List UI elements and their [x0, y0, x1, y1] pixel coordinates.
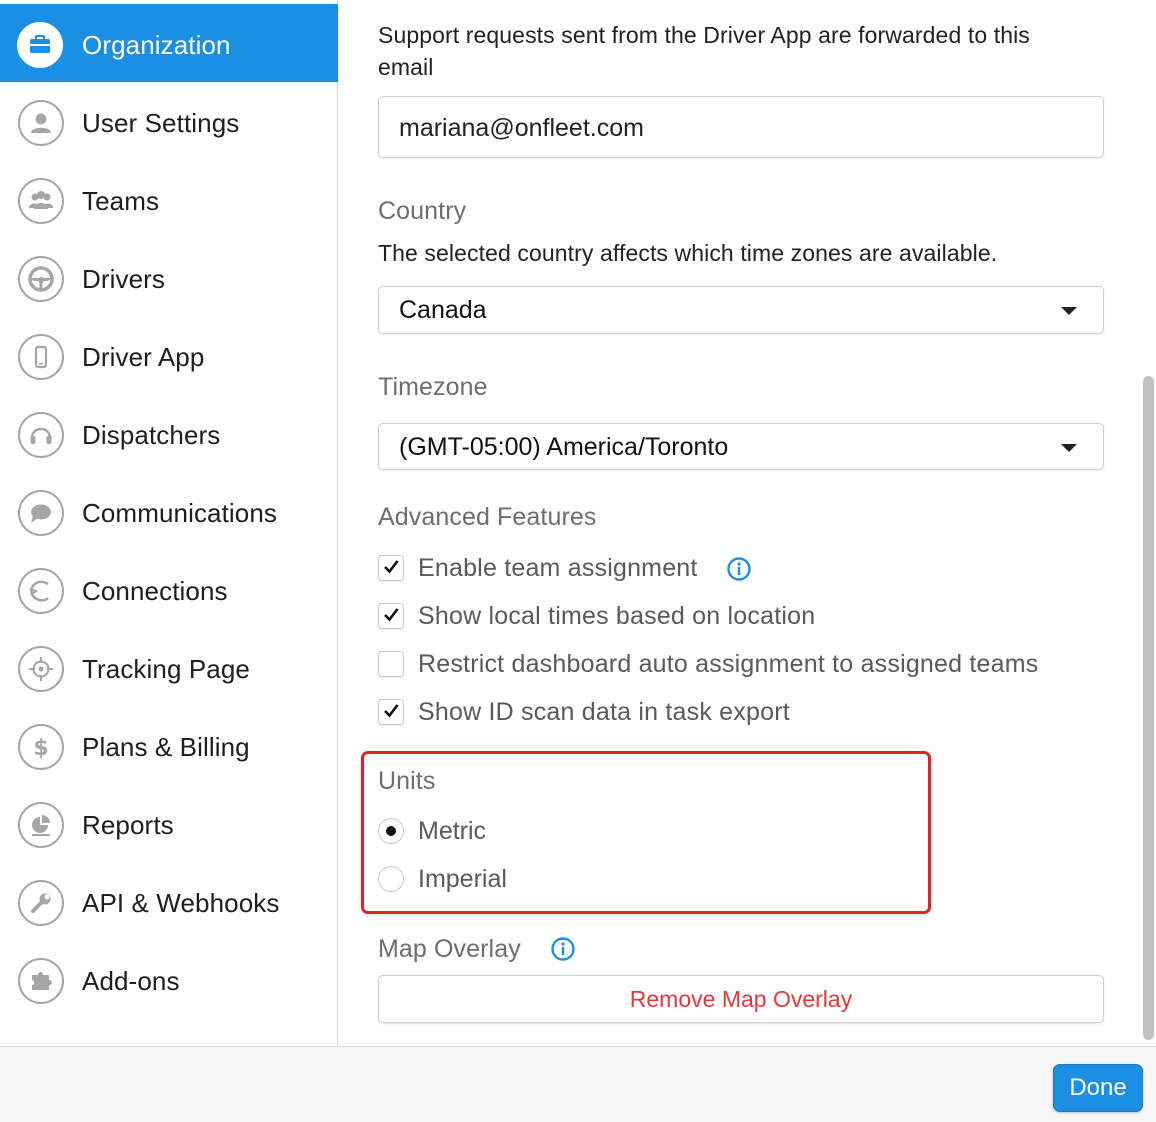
checkbox-checked[interactable]: [378, 603, 404, 629]
feature-restrict-auto-assignment: Restrict dashboard auto assignment to as…: [378, 647, 1038, 681]
sidebar-item-label: Add-ons: [82, 966, 180, 996]
units-heading: Units: [378, 767, 436, 795]
headset-icon: [18, 412, 64, 458]
radio-imperial-label: Imperial: [418, 865, 507, 893]
done-button[interactable]: Done: [1053, 1064, 1143, 1112]
sidebar-item-teams[interactable]: Teams: [0, 162, 338, 240]
radio-metric-label: Metric: [418, 817, 487, 845]
sidebar-item-add-ons[interactable]: Add-ons: [0, 942, 338, 1020]
checkbox-checked[interactable]: [378, 555, 404, 581]
country-heading: Country: [378, 197, 467, 225]
dialog-footer: Done: [0, 1046, 1156, 1122]
crosshair-icon: [18, 646, 64, 692]
wrench-icon: [18, 880, 64, 926]
chevron-down-icon: [1061, 444, 1077, 452]
sidebar-item-api-webhooks[interactable]: API & Webhooks: [0, 864, 338, 942]
sidebar-item-label: Dispatchers: [82, 420, 221, 450]
support-email-description: Support requests sent from the Driver Ap…: [378, 22, 1030, 48]
sidebar-item-communications[interactable]: Communications: [0, 474, 338, 552]
timezone-heading: Timezone: [378, 373, 488, 401]
feature-label: Show local times based on location: [418, 602, 816, 630]
info-icon[interactable]: [726, 556, 752, 582]
sidebar-item-label: Driver App: [82, 342, 205, 372]
radio-imperial[interactable]: [378, 866, 404, 892]
support-email-value: mariana@onfleet.com: [399, 114, 644, 142]
country-select[interactable]: Canada: [378, 286, 1104, 334]
feature-label: Restrict dashboard auto assignment to as…: [418, 650, 1039, 678]
user-icon: [18, 100, 64, 146]
organization-settings-panel: Support requests sent from the Driver Ap…: [339, 0, 1156, 1046]
checkbox-unchecked[interactable]: [378, 651, 404, 677]
settings-dialog: Organization User Settings Teams Drivers: [0, 0, 1156, 1122]
connections-icon: [18, 568, 64, 614]
feature-label: Show ID scan data in task export: [418, 698, 790, 726]
sidebar-item-user-settings[interactable]: User Settings: [0, 84, 338, 162]
sidebar-item-label: Connections: [82, 576, 228, 606]
country-select-value: Canada: [399, 296, 487, 324]
checkbox-checked[interactable]: [378, 699, 404, 725]
sidebar-item-tracking-page[interactable]: Tracking Page: [0, 630, 338, 708]
steering-wheel-icon: [18, 256, 64, 302]
phone-icon: [18, 334, 64, 380]
svg-text:$: $: [33, 736, 48, 761]
feature-label: Enable team assignment: [418, 554, 698, 582]
sidebar-item-label: Tracking Page: [82, 654, 250, 684]
chevron-down-icon: [1061, 307, 1077, 315]
remove-map-overlay-button[interactable]: Remove Map Overlay: [378, 975, 1104, 1023]
team-icon: [18, 178, 64, 224]
pie-chart-icon: [18, 802, 64, 848]
sidebar-item-dispatchers[interactable]: Dispatchers: [0, 396, 338, 474]
info-icon[interactable]: [550, 936, 576, 962]
sidebar-item-label: API & Webhooks: [82, 888, 280, 918]
sidebar-item-label: Drivers: [82, 264, 166, 294]
settings-sidebar: Organization User Settings Teams Drivers: [0, 0, 338, 1046]
support-email-description-cont: email: [378, 54, 434, 80]
scrollbar[interactable]: [1143, 376, 1154, 1040]
puzzle-icon: [18, 958, 64, 1004]
sidebar-item-label: Plans & Billing: [82, 732, 250, 762]
timezone-select-value: (GMT-05:00) America/Toronto: [399, 433, 729, 461]
sidebar-item-plans-billing[interactable]: $ Plans & Billing: [0, 708, 338, 786]
support-email-input[interactable]: mariana@onfleet.com: [378, 96, 1104, 158]
sidebar-item-label: Teams: [82, 186, 160, 216]
country-description: The selected country affects which time …: [378, 240, 998, 266]
sidebar-item-label: Reports: [82, 810, 174, 840]
map-overlay-heading: Map Overlay: [378, 935, 521, 963]
dollar-icon: $: [18, 724, 64, 770]
feature-show-id-scan: Show ID scan data in task export: [378, 695, 790, 729]
sidebar-item-label: User Settings: [82, 108, 240, 138]
sidebar-item-reports[interactable]: Reports: [0, 786, 338, 864]
sidebar-item-label: Communications: [82, 498, 278, 528]
sidebar-item-label: Organization: [82, 30, 231, 60]
sidebar-item-connections[interactable]: Connections: [0, 552, 338, 630]
sidebar-item-organization[interactable]: Organization: [0, 4, 338, 82]
radio-metric-selected[interactable]: [378, 818, 404, 844]
feature-enable-team-assignment: Enable team assignment: [378, 551, 697, 585]
advanced-features-heading: Advanced Features: [378, 503, 597, 531]
chat-bubble-icon: [18, 490, 64, 536]
timezone-select[interactable]: (GMT-05:00) America/Toronto: [378, 423, 1104, 470]
feature-show-local-times: Show local times based on location: [378, 599, 815, 633]
sidebar-item-drivers[interactable]: Drivers: [0, 240, 338, 318]
briefcase-icon: [17, 22, 63, 68]
sidebar-item-driver-app[interactable]: Driver App: [0, 318, 338, 396]
